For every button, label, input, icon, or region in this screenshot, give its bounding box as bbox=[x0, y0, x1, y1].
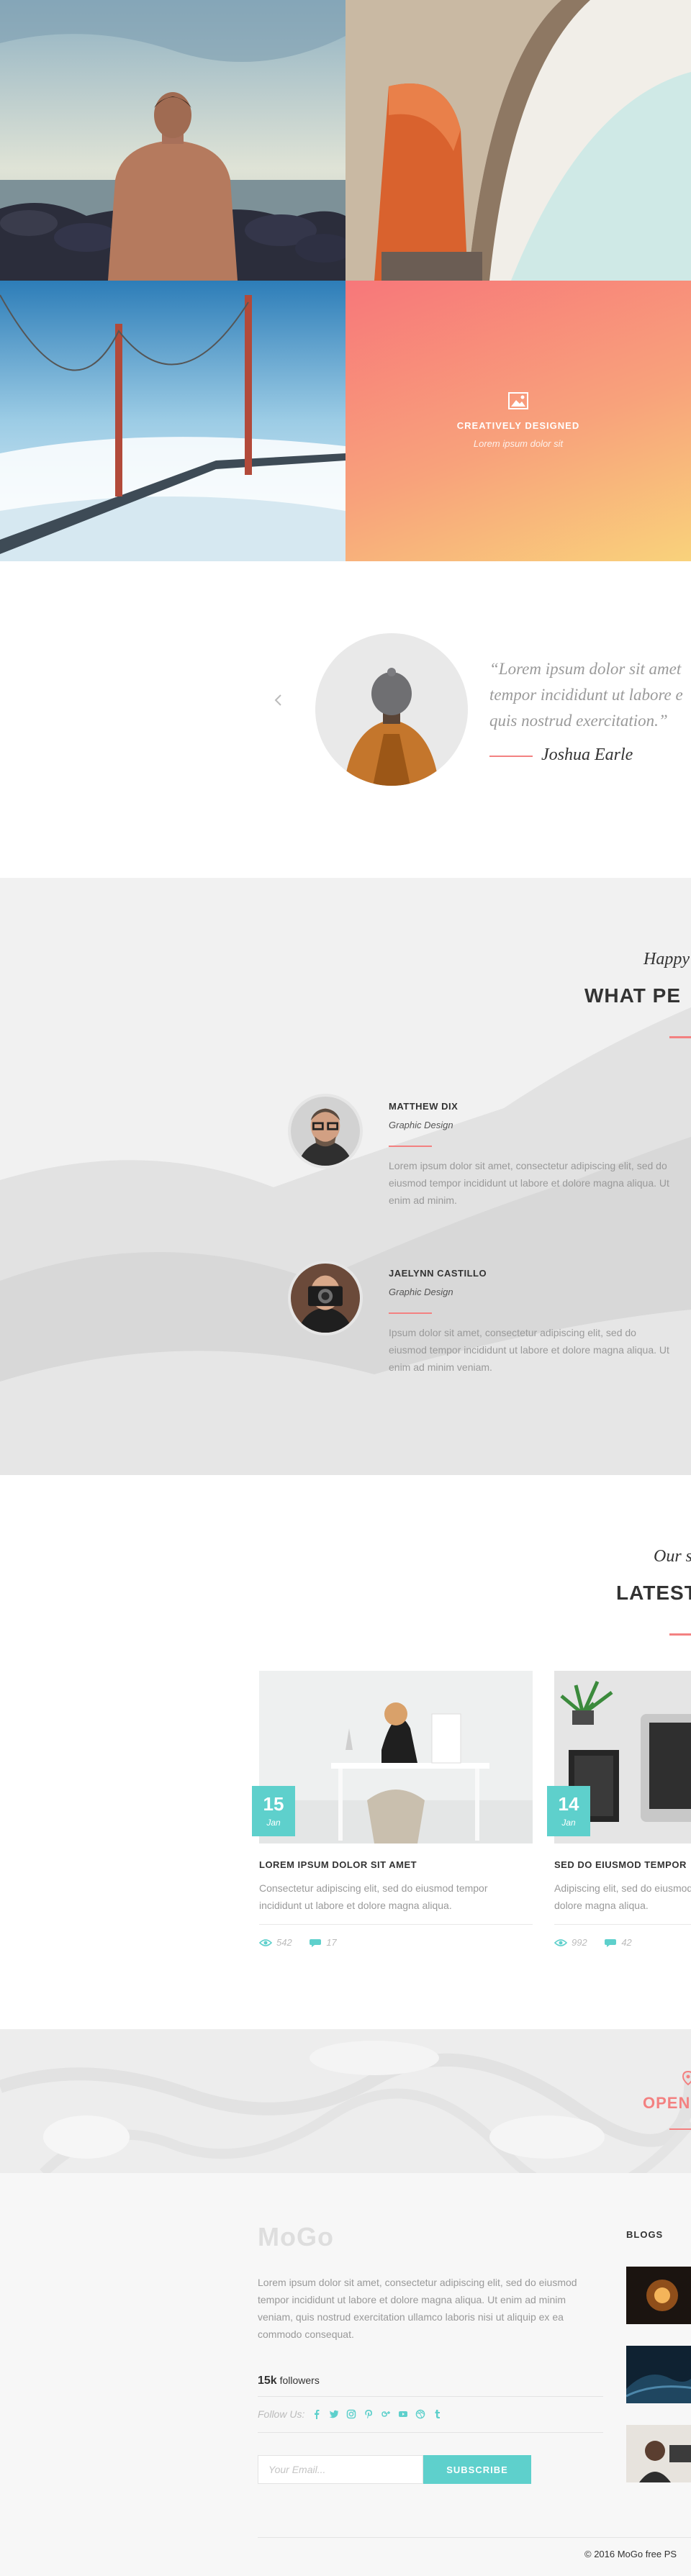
blog-views: 542 bbox=[259, 1937, 292, 1948]
blog-date-badge: 15 Jan bbox=[252, 1786, 295, 1836]
blog-comments: 17 bbox=[309, 1937, 337, 1948]
testimonial-author: Joshua Earle bbox=[541, 745, 633, 764]
blog-card-stats: 542 17 bbox=[259, 1937, 351, 1949]
pinterest-icon[interactable] bbox=[363, 2409, 374, 2419]
blog-date-month: Jan bbox=[561, 1818, 576, 1828]
subscribe-button[interactable]: SUBSCRIBE bbox=[423, 2455, 531, 2484]
client-role: Graphic Design bbox=[389, 1120, 453, 1130]
avatar bbox=[288, 1261, 363, 1335]
location-pin-icon bbox=[682, 2070, 691, 2086]
gallery-tile-overlay[interactable]: CREATIVELY DESIGNED Lorem ipsum dolor si… bbox=[346, 281, 691, 561]
followers-count: 15k followers bbox=[258, 2375, 320, 2387]
footer: MoGo Lorem ipsum dolor sit amet, consect… bbox=[0, 2173, 691, 2576]
blog-comments-count: 17 bbox=[326, 1937, 337, 1948]
instagram-icon[interactable] bbox=[346, 2409, 356, 2419]
footer-divider bbox=[258, 2396, 603, 2397]
footer-blogs-title: BLOGS bbox=[626, 2229, 664, 2240]
followers-number: 15k bbox=[258, 2375, 277, 2387]
client-divider bbox=[389, 1312, 432, 1314]
clients-heading-underline bbox=[669, 1036, 691, 1038]
client-divider bbox=[389, 1146, 432, 1147]
clients-script-title: Happy bbox=[643, 950, 690, 969]
footer-logo[interactable]: MoGo bbox=[258, 2222, 334, 2252]
blog-section: Our s LATEST 15 Jan LOREM IPSUM DOLOR SI… bbox=[0, 1475, 691, 2029]
comment-icon bbox=[605, 1938, 617, 1947]
dribbble-icon[interactable] bbox=[415, 2409, 425, 2419]
email-field[interactable] bbox=[258, 2455, 423, 2484]
blog-views-count: 992 bbox=[572, 1937, 587, 1948]
client-testimonial-text: Lorem ipsum dolor sit amet, consectetur … bbox=[389, 1160, 669, 1206]
blog-card-divider bbox=[554, 1924, 691, 1925]
eye-icon bbox=[554, 1938, 567, 1946]
blog-comments-count: 42 bbox=[621, 1937, 632, 1948]
eye-icon bbox=[259, 1938, 272, 1946]
footer-blog-thumbnail[interactable] bbox=[626, 2425, 691, 2482]
footer-blog-thumbnail[interactable] bbox=[626, 2267, 691, 2324]
footer-blog-thumbnail[interactable] bbox=[626, 2346, 691, 2403]
chevron-left-icon[interactable] bbox=[272, 694, 285, 707]
blog-views: 992 bbox=[554, 1937, 587, 1948]
blog-comments: 42 bbox=[604, 1937, 632, 1948]
avatar bbox=[288, 1094, 363, 1169]
blog-date-day: 14 bbox=[558, 1793, 579, 1815]
testimonial-section: “Lorem ipsum dolor sit amet tempor incid… bbox=[0, 561, 691, 878]
blog-date-badge: 14 Jan bbox=[547, 1786, 590, 1836]
blog-card-stats: 992 42 bbox=[554, 1937, 646, 1949]
client-name: MATTHEW DIX bbox=[389, 1101, 459, 1112]
blog-heading-underline bbox=[669, 1633, 691, 1636]
gallery-caption-title: CREATIVELY DESIGNED bbox=[456, 420, 580, 431]
map-section[interactable]: OPEN bbox=[0, 2029, 691, 2173]
testimonial-quote-line: “Lorem ipsum dolor sit amet bbox=[489, 660, 682, 678]
blog-card-title[interactable]: SED DO EIUSMOD TEMPOR bbox=[554, 1859, 687, 1870]
facebook-icon[interactable] bbox=[312, 2409, 322, 2419]
page: CREATIVELY DESIGNED Lorem ipsum dolor si… bbox=[0, 0, 691, 2576]
testimonial-quote-line: tempor incididunt ut labore e bbox=[489, 686, 683, 704]
testimonial-quote: “Lorem ipsum dolor sit amet tempor incid… bbox=[489, 656, 691, 734]
gallery-caption-subtitle: Lorem ipsum dolor sit bbox=[473, 438, 564, 449]
gallery-tile-golden-gate-bridge[interactable] bbox=[0, 281, 346, 561]
gallery-tile-architecture[interactable] bbox=[346, 0, 691, 281]
testimonial-photo bbox=[315, 633, 468, 786]
map-label-underline bbox=[669, 2128, 691, 2130]
image-icon bbox=[508, 392, 528, 409]
blog-heading: LATEST bbox=[616, 1582, 691, 1604]
blog-card-image[interactable] bbox=[259, 1671, 533, 1843]
blog-date-day: 15 bbox=[263, 1793, 284, 1815]
gallery-overlay-caption: CREATIVELY DESIGNED Lorem ipsum dolor si… bbox=[346, 392, 691, 449]
blog-script-title: Our s bbox=[654, 1547, 691, 1566]
blog-card-title[interactable]: LOREM IPSUM DOLOR SIT AMET bbox=[259, 1859, 417, 1870]
map-open-label[interactable]: OPEN bbox=[643, 2094, 690, 2113]
testimonial-quote-line: quis nostrud exercitation.” bbox=[489, 712, 668, 730]
map-background bbox=[0, 2029, 691, 2173]
gallery-tile-man-by-sea[interactable] bbox=[0, 0, 346, 281]
blog-card-divider bbox=[259, 1924, 533, 1925]
footer-social-row: Follow Us: bbox=[258, 2408, 443, 2420]
blog-date-month: Jan bbox=[266, 1818, 281, 1828]
comment-icon bbox=[310, 1938, 322, 1947]
footer-about-text: Lorem ipsum dolor sit amet, consectetur … bbox=[258, 2277, 577, 2340]
twitter-icon[interactable] bbox=[329, 2409, 339, 2419]
tumblr-icon[interactable] bbox=[433, 2409, 443, 2419]
blog-views-count: 542 bbox=[276, 1937, 292, 1948]
footer-bottom-divider bbox=[258, 2537, 691, 2538]
footer-divider bbox=[258, 2432, 603, 2433]
followers-label: followers bbox=[279, 2375, 320, 2386]
client-role: Graphic Design bbox=[389, 1287, 453, 1297]
blog-card-excerpt: Adipiscing elit, sed do eiusmod tempor i… bbox=[554, 1882, 691, 1911]
copyright-text: © 2016 MoGo free PS bbox=[584, 2549, 677, 2559]
testimonial-divider bbox=[489, 756, 533, 757]
client-name: JAELYNN CASTILLO bbox=[389, 1268, 487, 1279]
google-plus-icon[interactable] bbox=[381, 2409, 391, 2419]
clients-heading: WHAT PE bbox=[584, 984, 682, 1007]
gallery-section: CREATIVELY DESIGNED Lorem ipsum dolor si… bbox=[0, 0, 691, 561]
follow-us-label: Follow Us: bbox=[258, 2408, 305, 2420]
youtube-icon[interactable] bbox=[398, 2409, 408, 2419]
blog-card-excerpt: Consectetur adipiscing elit, sed do eius… bbox=[259, 1882, 488, 1911]
client-testimonial-text: Ipsum dolor sit amet, consectetur adipis… bbox=[389, 1327, 669, 1373]
